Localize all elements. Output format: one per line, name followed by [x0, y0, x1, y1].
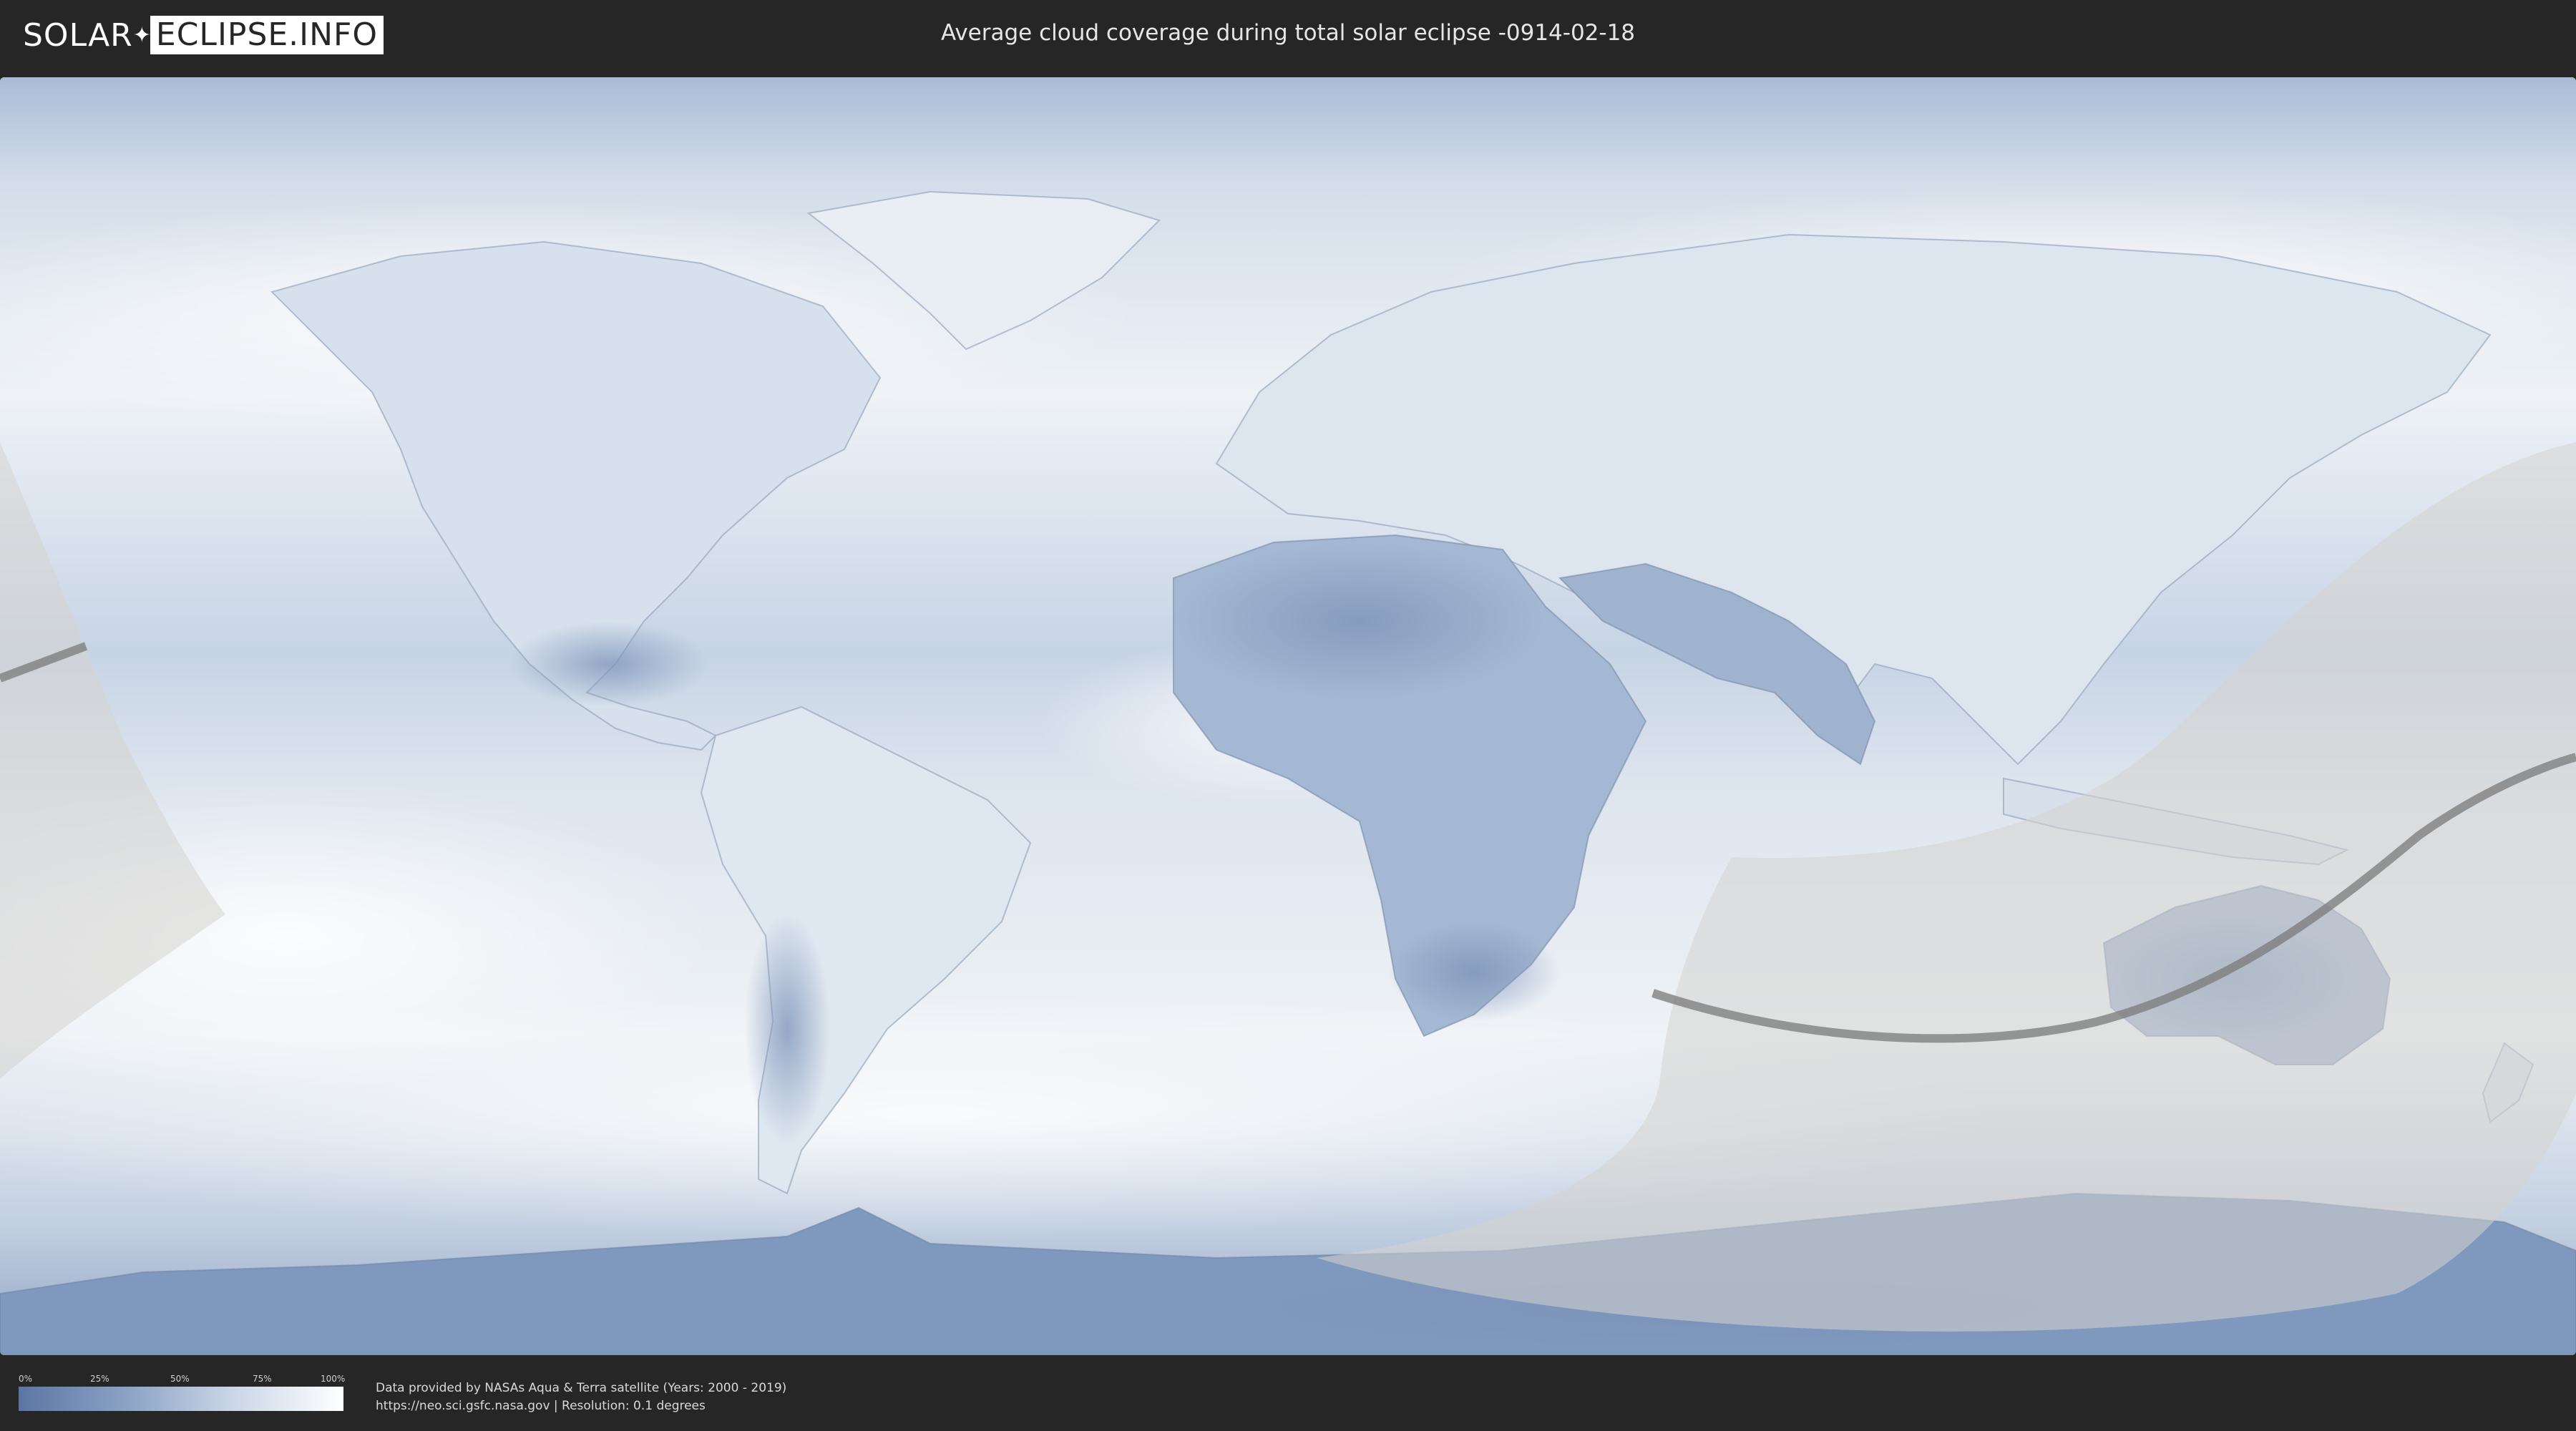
header-bar: SOLAR ✦ ECLIPSE.INFO Average cloud cover…: [0, 0, 2576, 72]
credit-line-source: Data provided by NASAs Aqua & Terra sate…: [376, 1381, 787, 1395]
credit-line-url[interactable]: https://neo.sci.gsfc.nasa.gov | Resoluti…: [376, 1397, 786, 1415]
cloud-coverage-map: [0, 77, 2576, 1355]
cloud-coverage-legend: 0% 25% 50% 75% 100%: [19, 1374, 346, 1411]
legend-tick: 0%: [19, 1374, 33, 1384]
legend-ticks: 0% 25% 50% 75% 100%: [19, 1374, 346, 1387]
page-title: Average cloud coverage during total sola…: [940, 20, 1636, 46]
world-map-svg: [0, 77, 2576, 1355]
legend-tick: 100%: [321, 1374, 346, 1384]
footer-bar: 0% 25% 50% 75% 100% Data provided by NAS…: [0, 1358, 2576, 1431]
legend-color-bar: [19, 1387, 343, 1411]
legend-tick: 50%: [170, 1374, 190, 1384]
legend-tick: 75%: [253, 1374, 272, 1384]
legend-tick: 25%: [90, 1374, 109, 1384]
data-credits: Data provided by NASAs Aqua & Terra sate…: [376, 1379, 786, 1415]
